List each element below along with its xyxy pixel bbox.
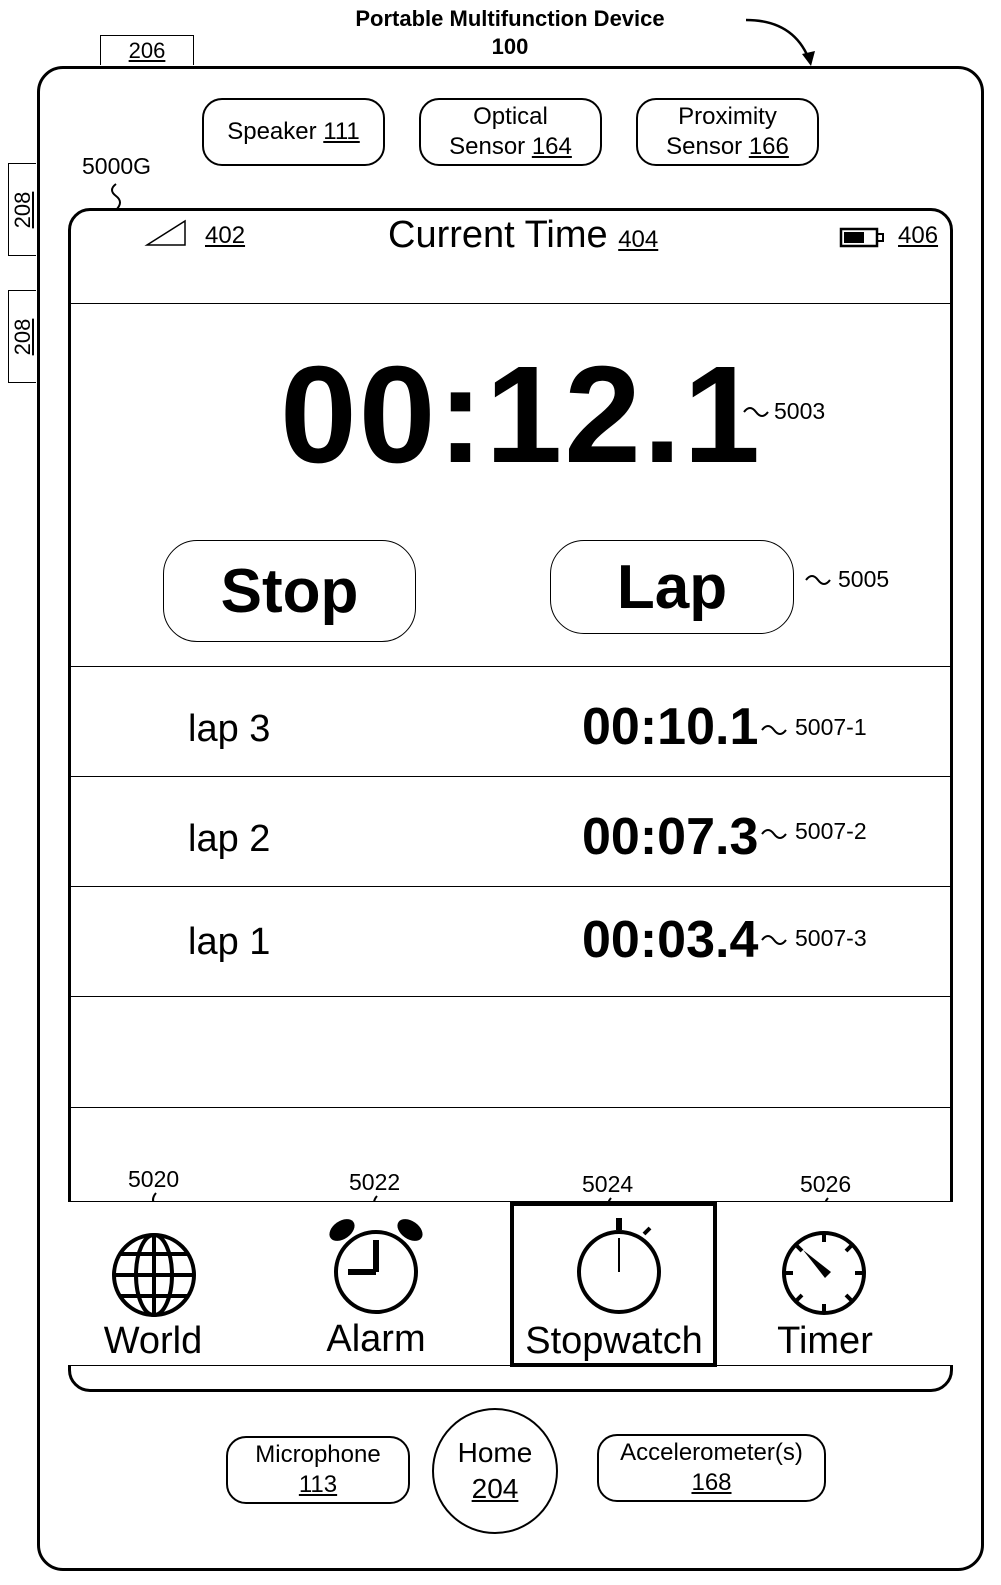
tab-label-timer: Timer <box>777 1320 873 1362</box>
microphone-box: Microphone 113 <box>226 1436 410 1504</box>
tab-stopwatch-selection <box>510 1202 717 1367</box>
globe-icon <box>112 1233 196 1317</box>
home-button[interactable]: Home 204 <box>432 1408 558 1534</box>
tab-timer[interactable]: Timer <box>717 1202 937 1365</box>
tab-label-alarm: Alarm <box>326 1318 426 1360</box>
timer-icon <box>782 1231 866 1315</box>
alarm-clock-icon <box>329 1219 423 1314</box>
accelerometer-box: Accelerometer(s) 168 <box>597 1434 826 1502</box>
tab-alarm[interactable]: Alarm <box>288 1202 508 1365</box>
tab-world[interactable]: World <box>68 1202 288 1365</box>
tab-label-world: World <box>103 1320 203 1362</box>
